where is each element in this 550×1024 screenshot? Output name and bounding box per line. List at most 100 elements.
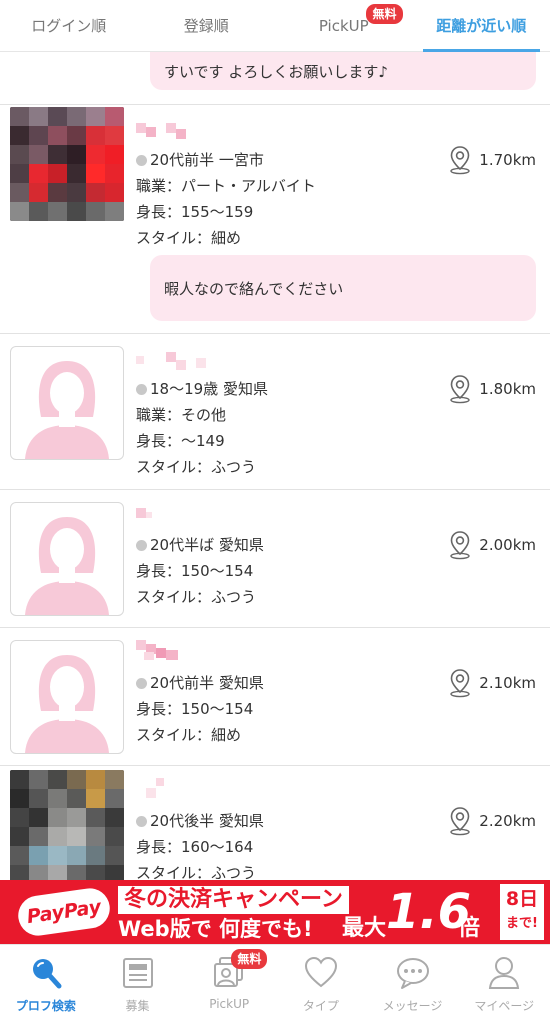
tab-login-order[interactable]: ログイン順: [0, 0, 138, 51]
nav-profile-search[interactable]: プロフ検索: [0, 945, 92, 1024]
woman-placeholder-icon: [25, 655, 109, 753]
online-status-dot: [136, 155, 147, 166]
tab-label: ログイン順: [31, 17, 107, 35]
campaign-subtitle: Web版で 何度でも!: [118, 917, 313, 941]
profile-photo[interactable]: [10, 502, 124, 616]
profile-info: 20代半ば 愛知県 身長：150〜154 スタイル：ふつう: [136, 532, 264, 610]
tab-label: 距離が近い順: [436, 17, 527, 35]
distance: 1.80km: [449, 374, 536, 404]
chat-icon: [396, 958, 429, 989]
profile-card[interactable]: 20代前半 一宮市 職業：パート・アルバイト 身長：155〜159 スタイル：細…: [0, 104, 550, 334]
free-badge: 無料: [231, 949, 268, 969]
name-mosaic: [136, 123, 186, 139]
multiplier-unit: 倍: [458, 916, 481, 941]
height: 身長：150〜154: [136, 562, 254, 580]
nav-label: メッセージ: [382, 999, 443, 1013]
message-text: すいです よろしくお願いします♪: [164, 62, 388, 81]
profile-photo[interactable]: [10, 107, 124, 221]
heart-icon: [304, 956, 337, 988]
age-area: 20代後半 愛知県: [150, 812, 264, 830]
online-status-dot: [136, 384, 147, 395]
nav-pickup[interactable]: 無料 PickUP: [183, 945, 275, 1024]
nav-recruit[interactable]: 募集: [92, 945, 184, 1024]
nav-label: マイページ: [474, 999, 535, 1013]
campaign-title: 冬の決済キャンペーン: [118, 886, 349, 914]
height: 身長：160〜164: [136, 838, 254, 856]
deadline-day: 8日: [505, 888, 539, 910]
nav-type[interactable]: タイプ: [275, 945, 367, 1024]
age-area: 18〜19歳 愛知県: [150, 380, 268, 398]
distance: 2.20km: [449, 806, 536, 836]
location-pin-icon: [450, 531, 470, 560]
profile-card[interactable]: 20代前半 愛知県 身長：150〜154 スタイル：細め 2.10km: [0, 627, 550, 765]
bottom-nav: プロフ検索 募集 無料 PickUP タイプ メッセージ マイページ: [0, 944, 550, 1024]
height: 身長：150〜154: [136, 700, 254, 718]
distance: 2.00km: [449, 530, 536, 560]
nav-label: タイプ: [302, 999, 339, 1013]
deadline-box: 8日 まで!: [500, 884, 544, 940]
location-pin-icon: [450, 807, 470, 836]
online-status-dot: [136, 816, 147, 827]
height: 身長：〜149: [136, 432, 225, 450]
distance-value: 2.10km: [479, 674, 536, 692]
location-pin-icon: [450, 375, 470, 404]
nav-label: PickUP: [209, 997, 250, 1011]
profile-info: 20代前半 一宮市 職業：パート・アルバイト 身長：155〜159 スタイル：細…: [136, 147, 316, 251]
profile-info: 18〜19歳 愛知県 職業：その他 身長：〜149 スタイル：ふつう: [136, 376, 268, 480]
mosaic-photo: [10, 770, 124, 880]
job: 職業：パート・アルバイト: [136, 177, 316, 195]
tab-pickup[interactable]: PickUP 無料: [275, 0, 413, 51]
deadline-suffix: まで!: [506, 916, 538, 931]
distance-value: 2.20km: [479, 812, 536, 830]
name-mosaic: [146, 778, 164, 798]
online-status-dot: [136, 678, 147, 689]
profile-photo[interactable]: [10, 770, 124, 880]
nav-label: プロフ検索: [15, 999, 76, 1013]
profile-info: 20代前半 愛知県 身長：150〜154 スタイル：細め: [136, 670, 264, 748]
profile-photo[interactable]: [10, 346, 124, 460]
tab-label: PickUP: [318, 16, 369, 35]
message-bubble: 暇人なので絡んでください: [150, 255, 536, 321]
person-icon: [489, 957, 520, 989]
profile-card[interactable]: 20代半ば 愛知県 身長：150〜154 スタイル：ふつう 2.00km: [0, 489, 550, 627]
tab-label: 登録順: [183, 17, 229, 35]
sort-tabs: ログイン順 登録順 PickUP 無料 距離が近い順: [0, 0, 550, 52]
free-badge: 無料: [366, 4, 403, 24]
nav-mypage[interactable]: マイページ: [458, 945, 550, 1024]
age-area: 20代前半 愛知県: [150, 674, 264, 692]
style: スタイル：細め: [136, 229, 242, 247]
search-icon: [32, 959, 62, 989]
tab-distance-order[interactable]: 距離が近い順: [412, 0, 550, 52]
message-bubble: すいです よろしくお願いします♪: [150, 52, 536, 90]
style: スタイル：ふつう: [136, 864, 257, 880]
style: スタイル：ふつう: [136, 588, 257, 606]
woman-placeholder-icon: [25, 361, 109, 459]
distance-value: 1.70km: [479, 151, 536, 169]
profile-card[interactable]: 20代後半 愛知県 身長：160〜164 スタイル：ふつう 2.20km: [0, 765, 550, 880]
online-status-dot: [136, 540, 147, 551]
age-area: 20代半ば 愛知県: [150, 536, 264, 554]
paypay-campaign-banner[interactable]: PayPay 冬の決済キャンペーン Web版で 何度でも! 最大 1.6 倍 8…: [0, 880, 550, 944]
name-mosaic: [136, 352, 206, 370]
tab-register-order[interactable]: 登録順: [138, 0, 276, 51]
name-mosaic: [136, 508, 152, 518]
message-text: 暇人なので絡んでください: [164, 279, 344, 298]
name-mosaic: [136, 640, 178, 660]
job: 職業：その他: [136, 406, 227, 424]
nav-label: 募集: [125, 999, 150, 1013]
style: スタイル：細め: [136, 726, 242, 744]
style: スタイル：ふつう: [136, 458, 257, 476]
nav-message[interactable]: メッセージ: [367, 945, 459, 1024]
max-label: 最大: [342, 916, 387, 941]
profile-photo[interactable]: [10, 640, 124, 754]
profile-list[interactable]: すいです よろしくお願いします♪ 20代前半 一宮市 職業：パート・アルバイト …: [0, 52, 550, 880]
location-pin-icon: [450, 669, 470, 698]
woman-placeholder-icon: [25, 517, 109, 615]
profile-info: 20代後半 愛知県 身長：160〜164 スタイル：ふつう: [136, 808, 264, 880]
paypay-logo: PayPay: [15, 885, 113, 939]
mosaic-photo: [10, 107, 124, 221]
age-area: 20代前半 一宮市: [150, 151, 264, 169]
profile-card[interactable]: 18〜19歳 愛知県 職業：その他 身長：〜149 スタイル：ふつう 1.80k…: [0, 333, 550, 490]
board-icon: [122, 958, 153, 988]
distance-value: 1.80km: [479, 380, 536, 398]
